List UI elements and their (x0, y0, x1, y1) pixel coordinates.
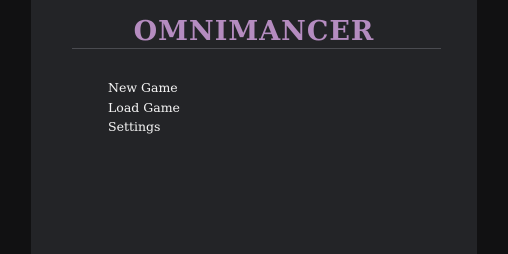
game-screen: OMNIMANCER New Game Load Game Settings (0, 0, 508, 254)
menu-item-settings[interactable]: Settings (108, 117, 180, 137)
menu-item-load-game[interactable]: Load Game (108, 98, 180, 118)
game-title: OMNIMANCER (133, 16, 375, 47)
menu-item-new-game[interactable]: New Game (108, 78, 180, 98)
main-menu-panel: OMNIMANCER New Game Load Game Settings (31, 0, 477, 254)
title-divider (72, 48, 441, 49)
main-menu: New Game Load Game Settings (108, 78, 180, 137)
